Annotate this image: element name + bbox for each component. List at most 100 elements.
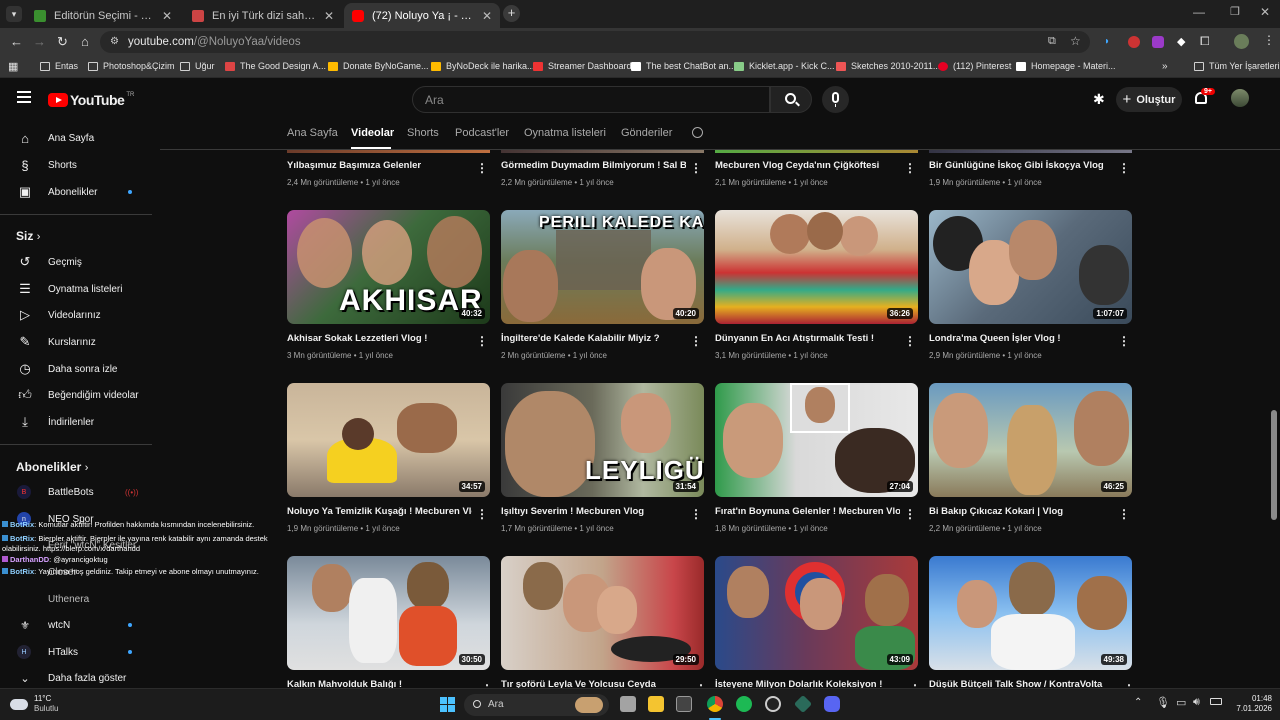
site-info-icon[interactable]: ⚙ (110, 36, 119, 47)
tab-shorts[interactable]: Shorts (407, 127, 439, 139)
bookmark-item[interactable]: Photoshop&Çizim (88, 61, 175, 71)
app-icon[interactable] (765, 696, 781, 712)
windows-start-icon[interactable] (440, 697, 455, 712)
sidebar-item-your-videos[interactable]: ▷ Videolarınız (0, 302, 160, 328)
page-scrollbar[interactable] (1271, 150, 1277, 686)
sidebar-item-playlists[interactable]: ☰ Oynatma listeleri (0, 276, 160, 302)
voice-search-button[interactable] (822, 86, 849, 113)
video-thumbnail[interactable]: 34:57 (287, 383, 490, 497)
video-card[interactable]: 43:09 İsteyene Milyon Dolarlık Koleksiyo… (715, 556, 918, 690)
subscriptions-section-header[interactable]: Abonelikler › (16, 460, 88, 474)
extension-icon[interactable]: ◆ (1177, 35, 1185, 48)
extension-icon[interactable] (1152, 36, 1164, 48)
video-card[interactable]: 46:25 Bi Bakıp Çıkıcaz Kokari | Vlog 2,2… (929, 383, 1132, 543)
tab-list-icon[interactable]: ▾ (6, 6, 22, 22)
video-card[interactable]: 1:07:07 Londra'ma Queen İşler Vlog ! 2,9… (929, 210, 1132, 370)
sidebar-item-downloads[interactable]: ⤓ İndirilenler (0, 409, 160, 435)
video-title[interactable]: Bir Günlüğüne İskoç Gibi İskoçya Vlog (929, 160, 1114, 171)
subscription-uthenera[interactable]: Uthenera (0, 586, 160, 612)
video-card[interactable]: 49:38 Düşük Bütçeli Talk Show / KontraVo… (929, 556, 1132, 690)
close-tab-icon[interactable]: ✕ (324, 9, 334, 23)
account-avatar[interactable] (1231, 89, 1249, 107)
video-thumbnail[interactable]: 27:04 (715, 383, 918, 497)
video-title[interactable]: Fırat'ın Boynuna Gelenler ! Mecburen Vlo… (715, 506, 900, 517)
app-icon[interactable] (793, 694, 813, 714)
bookmark-item[interactable]: The best ChatBot an... (631, 61, 736, 71)
more-options-icon[interactable]: ⋮ (690, 335, 702, 347)
channel-search-icon[interactable] (692, 127, 703, 138)
browser-menu-icon[interactable]: ⋮ (1263, 33, 1275, 47)
install-app-icon[interactable]: ⧉ (1048, 35, 1056, 48)
sidebar-item-history[interactable]: ↺ Geçmiş (0, 249, 160, 275)
video-title[interactable]: Dünyanın En Acı Atıştırmalık Testi ! (715, 333, 900, 344)
sidebar-item-courses[interactable]: ✎ Kurslarınız (0, 329, 160, 355)
video-thumbnail[interactable]: 46:25 (929, 383, 1132, 497)
you-section-header[interactable]: Siz › (16, 229, 40, 243)
subscription-wtcn[interactable]: ⚜ wtcN (0, 612, 160, 638)
more-options-icon[interactable]: ⋮ (1118, 508, 1130, 520)
spotify-icon[interactable] (736, 696, 752, 712)
bookmark-item[interactable]: Kicklet.app - Kick C... (734, 61, 835, 71)
video-title[interactable]: Bi Bakıp Çıkıcaz Kokari | Vlog (929, 506, 1114, 517)
scrollbar-thumb[interactable] (1271, 410, 1277, 520)
more-options-icon[interactable]: ⋮ (476, 162, 488, 174)
close-window-icon[interactable]: ✕ (1260, 5, 1270, 19)
bookmark-item[interactable]: Streamer Dashboard (533, 61, 632, 71)
back-icon[interactable]: ← (10, 34, 23, 49)
hamburger-menu-icon[interactable] (17, 91, 31, 103)
video-title[interactable]: İngiltere'de Kalede Kalabilir Miyiz ? (501, 333, 686, 344)
video-card[interactable]: 30:50 Kalkın Mahvolduk Balığı ! (287, 556, 490, 690)
sidebar-item-home[interactable]: ⌂ Ana Sayfa (0, 125, 160, 151)
clock[interactable]: 01:48 7.01.2026 (1228, 694, 1272, 714)
file-explorer-icon[interactable] (648, 696, 664, 712)
video-thumbnail[interactable]: 43:09 (715, 556, 918, 670)
sidebar-item-liked[interactable]: 👍︎ Beğendiğim videolar (0, 382, 160, 408)
tab-playlists[interactable]: Oynatma listeleri (524, 127, 606, 139)
video-card[interactable]: AKHISAR 40:32 Akhisar Sokak Lezzetleri V… (287, 210, 490, 370)
video-title[interactable]: Londra'ma Queen İşler Vlog ! (929, 333, 1114, 344)
extension-icon[interactable]: ◗ (1104, 36, 1116, 48)
video-card[interactable]: 36:26 Dünyanın En Acı Atıştırmalık Testi… (715, 210, 918, 370)
more-options-icon[interactable]: ⋮ (476, 508, 488, 520)
volume-icon[interactable]: 🔊︎ (1193, 696, 1200, 709)
video-thumbnail[interactable]: 36:26 (715, 210, 918, 324)
subscription-battlebots[interactable]: B BattleBots ((•)) (0, 479, 160, 505)
create-button[interactable]: + Oluştur (1116, 87, 1182, 112)
chrome-icon[interactable] (707, 696, 723, 712)
more-options-icon[interactable]: ⋮ (1118, 335, 1130, 347)
discord-icon[interactable] (824, 696, 840, 712)
new-tab-button[interactable]: + (503, 5, 520, 22)
more-options-icon[interactable]: ⋮ (1118, 162, 1130, 174)
youtube-logo[interactable]: YouTube TR (48, 92, 134, 108)
video-title[interactable]: Noluyo Ya Temizlik Kuşağı ! Mecburen Vlo… (287, 506, 472, 517)
video-title[interactable]: Yılbaşımuz Başımıza Gelenler (287, 160, 472, 171)
tray-overflow-icon[interactable]: ⌃ (1134, 697, 1142, 708)
search-button[interactable] (770, 86, 812, 113)
close-tab-icon[interactable]: ✕ (162, 9, 172, 23)
video-thumbnail[interactable]: 1:07:07 (929, 210, 1132, 324)
bookmark-item[interactable]: (112) Pinterest (938, 61, 1011, 71)
studio-sparkle-icon[interactable]: ✱ (1093, 91, 1105, 108)
video-thumbnail[interactable]: AKHISAR 40:32 (287, 210, 490, 324)
video-thumbnail[interactable]: PERILI KALEDE KAL 40:20 (501, 210, 704, 324)
bookmark-item[interactable]: Sketches 2010-2011... (836, 61, 940, 71)
tab-posts[interactable]: Gönderiler (621, 127, 672, 139)
bookmark-item[interactable]: Donate ByNoGame... (328, 61, 429, 71)
app-icon[interactable] (676, 696, 692, 712)
profile-avatar[interactable] (1234, 34, 1249, 49)
tab-podcasts[interactable]: Podcast'ler (455, 127, 509, 139)
more-options-icon[interactable]: ⋮ (904, 335, 916, 347)
tab-videos[interactable]: Videolar (351, 127, 394, 139)
search-input[interactable]: Ara (412, 86, 770, 113)
browser-tab[interactable]: En iyi Türk dizi sahnesi - Tier List ✕ (184, 3, 342, 28)
video-card[interactable]: 29:50 Tır şoförü Leyla Ve Yolcusu Ceyda (501, 556, 704, 690)
video-thumbnail[interactable]: 30:50 (287, 556, 490, 670)
video-card[interactable]: LEYLIGÜ! 31:54 Işıltıyı Severim ! Mecbur… (501, 383, 704, 543)
video-card[interactable]: 27:04 Fırat'ın Boynuna Gelenler ! Mecbur… (715, 383, 918, 543)
sidebar-item-shorts[interactable]: § Shorts (0, 152, 160, 178)
video-title[interactable]: Görmedim Duymadım Bilmiyorum ! Sal Beni (501, 160, 686, 171)
bookmark-item[interactable]: Uğur (180, 61, 215, 71)
more-options-icon[interactable]: ⋮ (476, 335, 488, 347)
more-options-icon[interactable]: ⋮ (904, 162, 916, 174)
forward-icon[interactable]: → (33, 34, 46, 49)
